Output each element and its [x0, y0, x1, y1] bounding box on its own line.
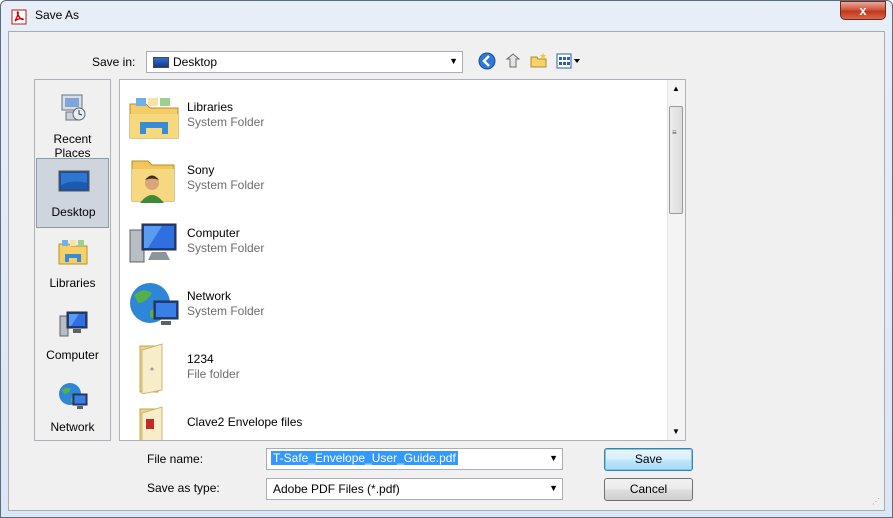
computer-icon [129, 223, 177, 263]
place-label: Libraries [49, 276, 96, 290]
save-as-type-value: Adobe PDF Files (*.pdf) [273, 482, 400, 496]
list-item[interactable]: Clave2 Envelope files [128, 401, 648, 440]
pdf-app-icon [11, 9, 27, 25]
place-label: Recent Places [53, 132, 92, 160]
file-name-field[interactable]: T-Safe_Envelope_User_Guide.pdf ▼ [266, 448, 563, 470]
scroll-thumb[interactable] [669, 106, 683, 214]
file-type: System Folder [187, 241, 265, 255]
up-folder-icon[interactable] [503, 51, 523, 71]
save-button[interactable]: Save [604, 448, 693, 471]
file-name-value[interactable]: T-Safe_Envelope_User_Guide.pdf [271, 451, 458, 465]
title-bar[interactable]: Save As x [1, 1, 892, 31]
place-network[interactable]: Network [36, 374, 109, 444]
list-item[interactable]: Network System Folder [128, 275, 648, 333]
network-icon [130, 283, 179, 325]
cancel-button[interactable]: Cancel [604, 478, 693, 501]
scroll-up-icon[interactable]: ▲ [672, 84, 680, 93]
folder-icon [139, 406, 163, 440]
file-name: Clave2 Envelope files [187, 415, 303, 429]
place-label: Computer [46, 348, 99, 362]
file-name: Network [187, 289, 232, 303]
list-item[interactable]: Libraries System Folder [128, 86, 648, 144]
save-as-dialog: Save As x Save in: Desktop ▼ Recent Plac… [0, 0, 893, 518]
chevron-down-icon: ▼ [449, 56, 458, 66]
vertical-scrollbar[interactable]: ▲ ≡ ▼ [667, 80, 685, 440]
save-in-dropdown[interactable]: Desktop ▼ [146, 51, 463, 73]
libraries-icon [58, 240, 88, 265]
file-name: 1234 [187, 352, 214, 366]
file-name: Computer [187, 226, 240, 240]
save-in-value: Desktop [173, 55, 218, 69]
scroll-grip-icon: ≡ [672, 128, 677, 137]
new-folder-icon[interactable] [529, 51, 549, 71]
file-type: File folder [187, 367, 240, 381]
save-in-label: Save in: [92, 55, 136, 69]
user-folder-icon [131, 160, 175, 203]
file-type: System Folder [187, 115, 265, 129]
scroll-down-icon[interactable]: ▼ [672, 427, 680, 436]
places-bar: Recent Places Desktop Libraries Computer… [34, 79, 111, 441]
chevron-down-icon[interactable]: ▼ [549, 449, 558, 467]
save-as-type-label: Save as type: [147, 481, 220, 495]
save-as-type-dropdown[interactable]: Adobe PDF Files (*.pdf) ▼ [266, 478, 563, 500]
list-item[interactable]: 1234 File folder [128, 338, 648, 396]
resize-grip-icon[interactable]: ⋰ [872, 497, 880, 506]
desktop-icon [58, 170, 90, 192]
place-libraries[interactable]: Libraries [36, 230, 109, 300]
folder-icon [139, 343, 163, 394]
list-item[interactable]: Sony System Folder [128, 149, 648, 207]
close-icon: x [859, 3, 867, 18]
window-title: Save As [35, 8, 80, 22]
file-list[interactable]: Libraries System Folder Sony System Fold… [119, 79, 686, 441]
place-desktop[interactable]: Desktop [36, 158, 109, 228]
file-type: System Folder [187, 304, 265, 318]
recent-places-icon [61, 94, 86, 121]
computer-icon [59, 311, 88, 337]
place-label: Network [50, 420, 95, 434]
view-menu-icon[interactable] [555, 51, 581, 71]
file-type: System Folder [187, 178, 265, 192]
list-item[interactable]: Computer System Folder [128, 212, 648, 270]
chevron-down-icon: ▼ [549, 483, 558, 493]
close-button[interactable]: x [840, 1, 886, 20]
back-icon[interactable] [477, 51, 497, 71]
file-name: Sony [187, 163, 215, 177]
desktop-small-icon [153, 57, 169, 68]
dialog-body: Save in: Desktop ▼ Recent Places Desktop… [8, 31, 885, 511]
file-name: Libraries [187, 100, 234, 114]
place-recent-places[interactable]: Recent Places [36, 86, 109, 160]
place-label: Desktop [51, 205, 96, 219]
file-name-label: File name: [147, 452, 204, 466]
place-computer[interactable]: Computer [36, 302, 109, 372]
libraries-folder-icon [129, 98, 179, 139]
network-icon [59, 383, 88, 409]
